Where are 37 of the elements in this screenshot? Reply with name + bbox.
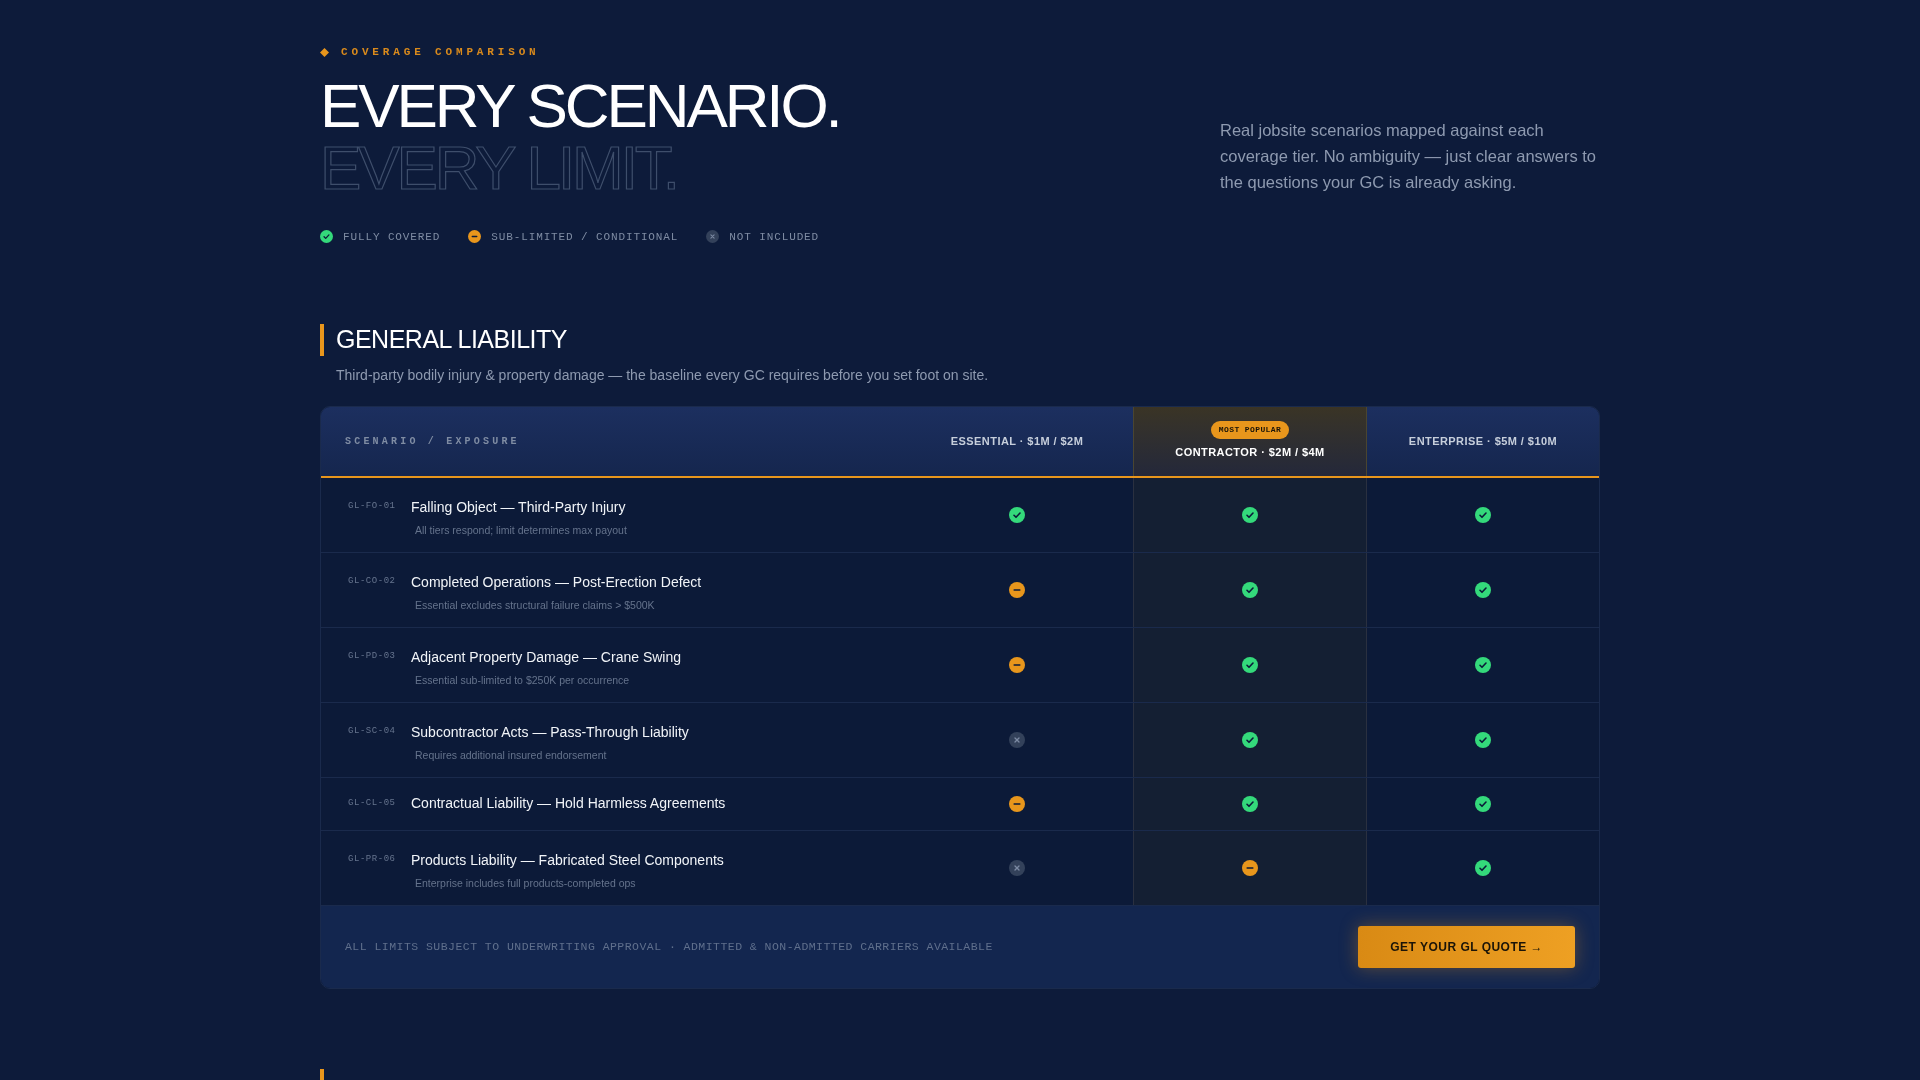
scenario-title: Subcontractor Acts — Pass-Through Liability [411, 722, 689, 742]
intro-text: Real jobsite scenarios mapped against each coverage tier. No ambiguity — just clear answers to the questions your GC is already asking. [1220, 120, 1597, 193]
scenario-code: GL-PD-03 [348, 649, 397, 663]
section-title: GENERAL LIABILITY [336, 324, 567, 355]
footer-note: ALL LIMITS SUBJECT TO UNDERWRITING APPROVAL · ADMITTED & NON-ADMITTED CARRIERS AVAILABLE [345, 938, 993, 955]
scenario-title: Adjacent Property Damage — Crane Swing [411, 647, 682, 667]
scenario-title: Completed Operations — Post-Erection Defect [411, 572, 702, 592]
scenario-title: Contractual Liability — Hold Harmless Agreements [411, 794, 726, 813]
cross-icon [706, 230, 720, 244]
popular-badge: MOST POPULAR [1210, 421, 1290, 440]
scenario-code: GL-FO-01 [348, 499, 397, 513]
scenario-code: GL-PR-06 [348, 852, 397, 866]
quote-button[interactable]: GET YOUR GL QUOTE → [1358, 925, 1575, 968]
legend-label: SUB-LIMITED / CONDITIONAL [491, 229, 679, 245]
minus-icon [468, 230, 482, 244]
legend-label: NOT INCLUDED [729, 229, 820, 245]
scenario-title: Falling Object — Third-Party Injury [411, 497, 627, 517]
tier-label: ESSENTIAL · $1M / $2M [950, 433, 1084, 449]
tier-label: CONTRACTOR · $2M / $4M [1175, 445, 1325, 461]
scenario-note: All tiers respond; limit determines max payout [415, 522, 627, 538]
scenario-title: Products Liability — Fabricated Steel Components [411, 850, 724, 870]
section-subtitle: Third-party bodily injury & property damage — the baseline every GC requires before you set foot on site. [336, 365, 990, 385]
accent-bar [320, 323, 324, 356]
diamond-icon [320, 47, 329, 57]
scenario-note: Essential sub-limited to $250K per occurrence [415, 672, 631, 688]
scenario-note: Essential excludes structural failure claims > $500K [415, 597, 656, 613]
tier-label: ENTERPRISE · $5M / $10M [1408, 433, 1558, 449]
check-icon [320, 230, 333, 244]
legend-label: FULLY COVERED [343, 229, 441, 245]
headline: EVERY SCENARIO. [320, 74, 840, 137]
scenario-code: GL-SC-04 [348, 724, 397, 738]
scenario-code: GL-CO-02 [348, 574, 397, 588]
scenario-code: GL-CL-05 [348, 796, 397, 810]
scenario-note: Requires additional insured endorsement [415, 747, 608, 763]
scenario-note: Enterprise includes full products-completed ops [415, 875, 637, 891]
column-header: SCENARIO / EXPOSURE [345, 434, 520, 449]
eyebrow-label: COVERAGE COMPARISON [341, 45, 540, 60]
